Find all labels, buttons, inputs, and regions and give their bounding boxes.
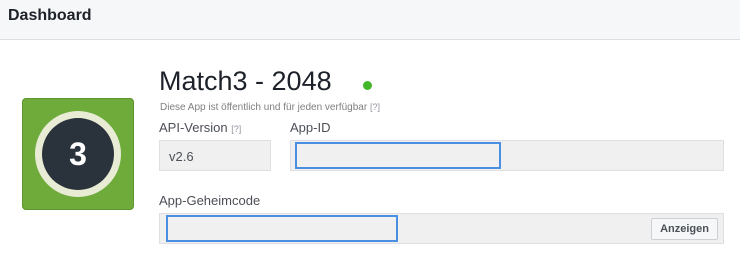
app-icon-number: 3 [42, 118, 114, 190]
app-id-label: App-ID [290, 120, 331, 135]
status-dot-icon [363, 81, 372, 90]
app-id-value[interactable] [295, 142, 501, 169]
api-version-label-text: API-Version [159, 120, 228, 135]
api-version-label: API-Version [?] [159, 120, 241, 135]
app-secret-value[interactable] [166, 215, 398, 242]
app-secret-label: App-Geheimcode [159, 193, 261, 208]
app-icon: 3 [22, 98, 134, 210]
app-id-field[interactable] [290, 140, 724, 171]
app-icon-ring: 3 [35, 111, 121, 197]
api-version-field[interactable]: v2.6 [159, 140, 271, 171]
visibility-note: Diese App ist öffentlich und für jeden v… [160, 102, 380, 113]
show-secret-button[interactable]: Anzeigen [651, 218, 718, 240]
top-bar: Dashboard [0, 0, 740, 40]
api-version-help-link[interactable]: [?] [231, 124, 241, 134]
app-secret-field[interactable]: Anzeigen [159, 213, 724, 244]
visibility-help-link[interactable]: [?] [370, 102, 380, 112]
app-name: Match3 - 2048 [159, 66, 332, 96]
visibility-note-text: Diese App ist öffentlich und für jeden v… [160, 102, 368, 113]
page-title: Dashboard [8, 7, 92, 24]
